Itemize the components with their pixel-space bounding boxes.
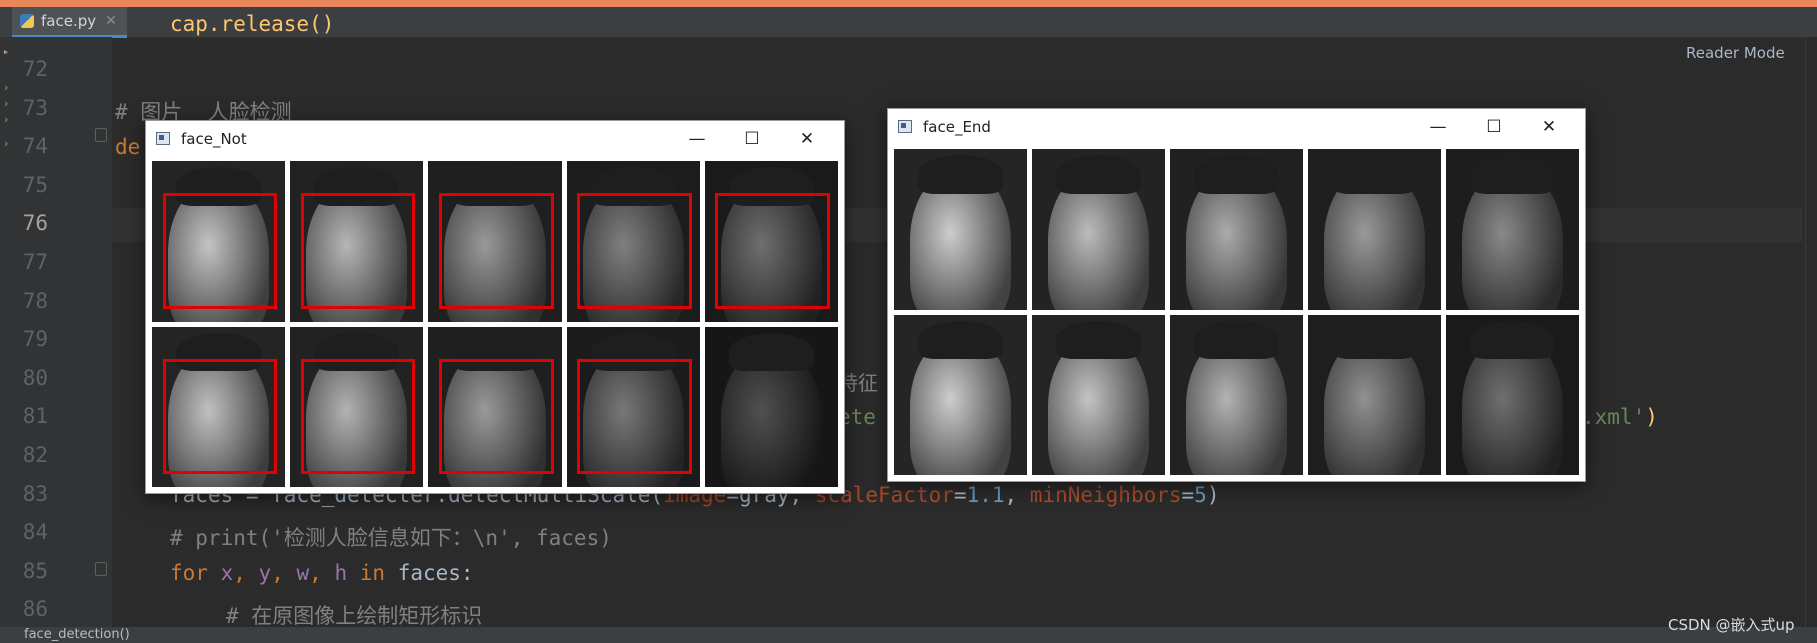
line-number: 74 [22, 134, 48, 159]
reader-mode-toggle[interactable]: Reader Mode [1686, 44, 1785, 62]
line-number: 81 [22, 404, 48, 429]
fold-marker-icon[interactable] [95, 128, 107, 142]
face-image [704, 161, 838, 322]
line-number: 80 [22, 365, 48, 390]
minimize-button[interactable]: — [674, 125, 720, 153]
line-number: 73 [22, 95, 48, 120]
top-accent-bar [0, 0, 1817, 7]
face-image [566, 161, 700, 322]
python-file-icon [20, 14, 34, 28]
face-end-titlebar[interactable]: face_End — ☐ ✕ [888, 109, 1585, 145]
detection-rectangle [715, 193, 830, 309]
detection-rectangle [577, 193, 692, 309]
strip-marker-icon: › [2, 137, 10, 150]
detection-rectangle [300, 358, 416, 475]
face-image [152, 161, 286, 322]
breadcrumb[interactable]: face_detection() [24, 627, 130, 643]
status-bar: face_detection() [0, 627, 1817, 643]
face-image [1308, 149, 1441, 310]
face-image [152, 326, 286, 487]
strip-marker-icon: › [2, 97, 10, 110]
line-number: 86 [22, 597, 48, 622]
detection-rectangle [577, 358, 692, 475]
detection-rectangle [162, 193, 278, 309]
close-button[interactable]: ✕ [1526, 113, 1572, 141]
face-not-image-grid [152, 161, 838, 487]
face-image [704, 326, 838, 487]
face-not-window[interactable]: face_Not — ☐ ✕ [145, 120, 845, 494]
watermark-text: CSDN @嵌入式up [1668, 616, 1795, 634]
face-image [566, 326, 700, 487]
face-end-window[interactable]: face_End — ☐ ✕ [887, 108, 1586, 482]
face-image [1032, 149, 1165, 310]
tab-face-py[interactable]: face.py ✕ [12, 7, 127, 38]
left-tool-strip: ▸ › › › › [0, 37, 12, 627]
fold-marker-icon[interactable] [95, 562, 107, 576]
code-line-74: de [115, 135, 141, 159]
window-app-icon [898, 120, 912, 133]
line-number: 85 [22, 558, 48, 583]
window-title: face_End [923, 118, 991, 136]
code-line-84: # print('检测人脸信息如下：\n', faces) [170, 526, 612, 550]
face-image [894, 149, 1027, 310]
face-not-titlebar[interactable]: face_Not — ☐ ✕ [146, 121, 844, 157]
detection-rectangle [439, 193, 554, 309]
face-image [1170, 314, 1303, 475]
window-app-icon [156, 132, 170, 145]
detection-rectangle [300, 193, 416, 309]
code-line-85: for x, y, w, h in faces: [170, 561, 474, 585]
face-image [1170, 149, 1303, 310]
face-image [1032, 314, 1165, 475]
code-line-81-tail: .xml') [1582, 405, 1658, 429]
face-image [1308, 314, 1441, 475]
window-title: face_Not [181, 130, 247, 148]
face-image [428, 326, 562, 487]
tab-label: face.py [41, 12, 97, 30]
strip-marker-icon: ▸ [2, 45, 10, 58]
close-button[interactable]: ✕ [784, 125, 830, 153]
code-line-71: cap.release() [170, 12, 335, 36]
face-image [290, 326, 424, 487]
face-image [1446, 314, 1579, 475]
maximize-button[interactable]: ☐ [729, 125, 775, 153]
line-number: 78 [22, 288, 48, 313]
maximize-button[interactable]: ☐ [1471, 113, 1517, 141]
minimize-button[interactable]: — [1415, 113, 1461, 141]
face-image [894, 314, 1027, 475]
line-number: 77 [22, 250, 48, 274]
line-number: 82 [22, 443, 48, 467]
line-number: 72 [22, 57, 48, 81]
editor-scrollbar[interactable] [1805, 37, 1817, 627]
close-tab-icon[interactable]: ✕ [105, 13, 117, 29]
strip-marker-icon: › [2, 113, 10, 126]
face-image [428, 161, 562, 322]
line-number: 76 [22, 211, 48, 236]
line-number: 83 [22, 481, 48, 506]
code-line-86: # 在原图像上绘制矩形标识 [226, 604, 483, 628]
line-number: 75 [22, 172, 48, 197]
line-number: 79 [22, 327, 48, 352]
strip-marker-icon: › [2, 81, 10, 94]
detection-rectangle [162, 358, 278, 475]
face-image [1446, 149, 1579, 310]
face-end-image-grid [894, 149, 1579, 475]
detection-rectangle [439, 358, 554, 475]
line-number: 84 [22, 520, 48, 545]
face-image [290, 161, 424, 322]
